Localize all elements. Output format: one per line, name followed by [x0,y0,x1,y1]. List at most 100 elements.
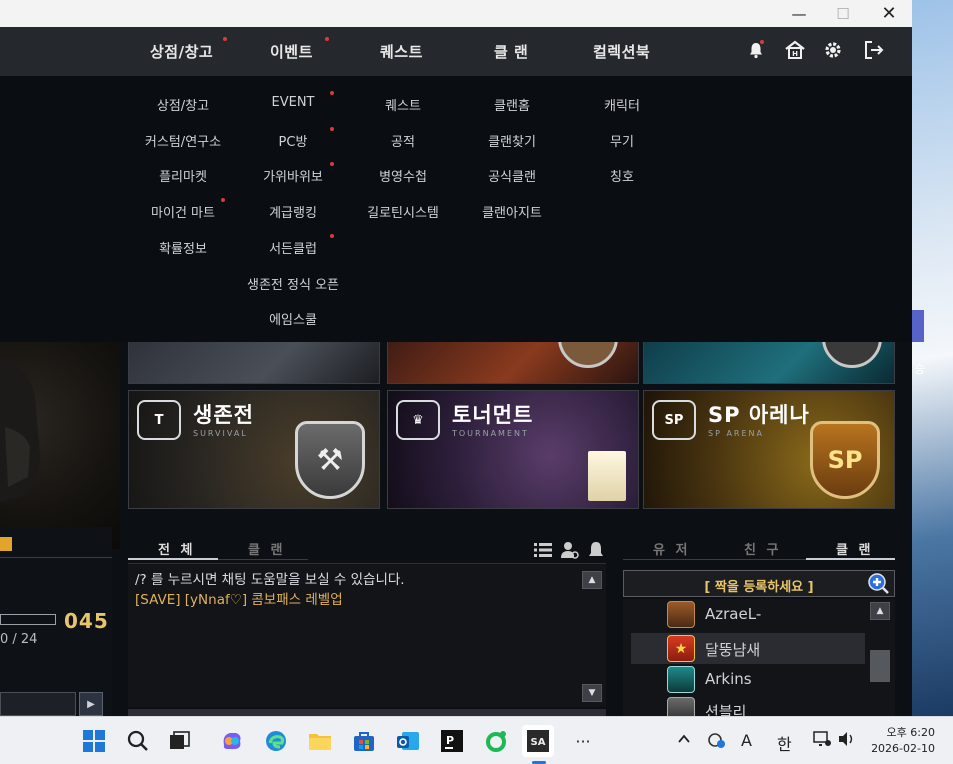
user-settings-icon[interactable] [561,541,579,559]
banner-title: 토너먼트 [452,403,534,427]
submenu-item[interactable]: 클랜홈 [494,95,530,114]
start-button-icon[interactable] [78,725,110,757]
chevron-up-icon[interactable] [677,731,691,750]
submenu-item[interactable]: 퀘스트 [385,95,421,114]
network-icon[interactable] [813,731,831,751]
submenu-item[interactable]: 서든클럽 [269,238,317,257]
trophy-cup-icon [588,451,626,501]
ime-mode[interactable]: 한 [777,731,792,755]
pycharm-icon[interactable]: P [436,725,468,757]
nav-quest[interactable]: 퀘스트 [380,41,423,62]
clan-partner-bar[interactable]: [ 짝을 등록하세요 ] [623,570,895,597]
player-name-slot[interactable] [0,692,76,716]
list-item[interactable]: AzraeL- [631,599,865,630]
nav-collection[interactable]: 컬렉션북 [593,41,650,62]
submenu-item[interactable]: 공적 [391,131,415,150]
taskbar: P SA ··· A 한 오후 6:20 2026-02-10 [0,716,953,764]
system-clock[interactable]: 오후 6:20 2026-02-10 [871,725,935,757]
nav-clan[interactable]: 클 랜 [494,41,528,62]
banner-sp-arena[interactable]: SP SP 아레나 SP ARENA SP [643,390,895,509]
submenu-item[interactable]: 커스텀/연구소 [145,131,221,150]
chat-message: /? 를 누르시면 채팅 도움말을 보실 수 있습니다. [135,572,405,588]
window-titlebar: — ☐ ✕ [0,0,912,27]
desktop-window-thumbnail[interactable] [912,310,924,342]
game-app-icon[interactable]: SA [522,725,554,757]
notify-dot [330,127,334,131]
chat-tab-active-underline [128,558,218,560]
messenger-icon[interactable] [480,725,512,757]
nav-shop[interactable]: 상점/창고 [150,41,213,62]
close-button[interactable]: ✕ [866,0,912,27]
submenu-item[interactable]: PC방 [279,131,308,150]
submenu-item[interactable]: 상점/창고 [157,95,209,114]
notify-dot [330,162,334,166]
social-tab-user[interactable]: 유 저 [653,539,690,558]
submenu-item[interactable]: 칭호 [610,166,634,185]
sp-badge-icon: SP [652,400,696,440]
notify-dot [223,37,227,41]
banner-subtitle: TOURNAMENT [452,429,529,438]
minimize-button[interactable]: — [776,0,822,27]
copilot-icon[interactable] [216,725,248,757]
gear-icon[interactable] [822,39,844,61]
file-explorer-icon[interactable] [304,725,336,757]
submenu-item[interactable]: 클랜찾기 [488,131,536,150]
divider [623,559,806,560]
submenu-item[interactable]: 플리마켓 [159,166,207,185]
list-item[interactable]: 션블리 [631,695,865,716]
submenu-item[interactable]: 병영수첩 [379,166,427,185]
list-item[interactable]: Arkins [631,664,865,695]
submenu-item[interactable]: 클랜아지트 [482,202,542,221]
home-icon[interactable]: H [784,39,806,61]
submenu-item[interactable]: EVENT [272,95,315,110]
edge-browser-icon[interactable] [260,725,292,757]
chat-tab-clan[interactable]: 클 랜 [248,539,285,558]
search-add-icon[interactable] [867,572,889,594]
expand-arrow-icon[interactable]: ▶ [79,692,103,716]
submenu-item[interactable]: 캐릭터 [604,95,640,114]
maximize-button[interactable]: ☐ [820,0,866,27]
chat-scroll-down-button[interactable]: ▼ [582,684,602,702]
task-view-icon[interactable] [164,725,196,757]
survival-badge-icon: T [137,400,181,440]
chat-input[interactable] [128,709,606,716]
exp-bar [0,614,56,625]
more-apps-icon[interactable]: ··· [567,725,599,757]
chat-scroll-up-button[interactable]: ▲ [582,571,602,589]
banner-survival[interactable]: T 생존전 SURVIVAL ⚒ [128,390,380,509]
submenu-item[interactable]: 공식클랜 [488,166,536,185]
member-scrollbar-thumb[interactable] [870,650,890,682]
submenu-item[interactable]: 에임스쿨 [269,309,317,328]
submenu-item[interactable]: 길로틴시스템 [367,202,439,221]
outlook-icon[interactable] [392,725,424,757]
member-scroll-up-button[interactable]: ▲ [870,602,890,620]
svg-text:H: H [792,50,798,58]
submenu-item[interactable]: 생존전 정식 오픈 [247,274,339,293]
banner-title: SP 아레나 [708,403,810,427]
player-panel: 045 0 / 24 ▶ [0,527,112,716]
member-rank-icon [667,666,695,693]
list-icon[interactable] [534,542,552,558]
volume-icon[interactable] [838,731,856,751]
desktop-wallpaper: 승 [912,0,953,716]
bell-chat-icon[interactable] [587,541,605,559]
nav-dropdown-menu: 상점/창고 커스텀/연구소 플리마켓 마이건 마트 확률정보 EVENT PC방… [0,76,912,342]
logout-icon[interactable] [863,39,885,61]
input-language[interactable]: A [741,731,752,750]
submenu-item[interactable]: 무기 [610,131,634,150]
list-item[interactable]: ★ 달뚱냠새 [631,633,865,664]
search-icon[interactable] [122,725,154,757]
submenu-item[interactable]: 마이건 마트 [151,202,215,221]
submenu-item[interactable]: 계급랭킹 [269,202,317,221]
nav-event[interactable]: 이벤트 [270,41,313,62]
banner-tournament[interactable]: ♛ 토너먼트 TOURNAMENT [387,390,639,509]
chat-tab-all[interactable]: 전 체 [158,539,195,558]
social-tab-clan[interactable]: 클 랜 [836,539,873,558]
vpn-icon[interactable] [706,731,726,753]
divider [218,559,308,560]
store-icon[interactable] [348,725,380,757]
social-tab-friend[interactable]: 친 구 [744,539,781,558]
submenu-item[interactable]: 확률정보 [159,238,207,257]
member-rank-icon [667,601,695,628]
submenu-item[interactable]: 가위바위보 [263,166,323,185]
